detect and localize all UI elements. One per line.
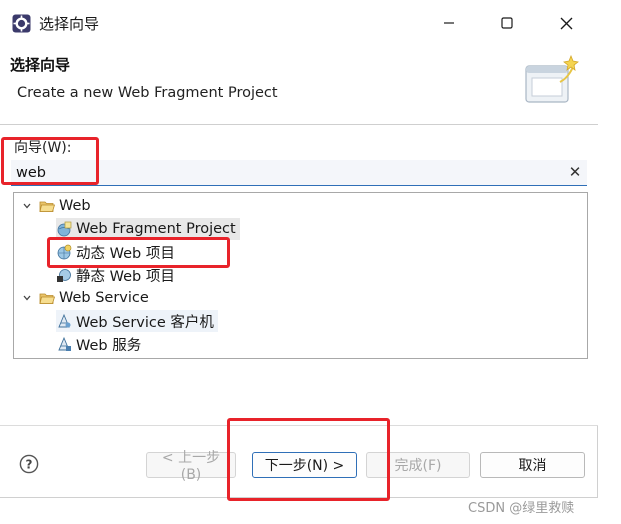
filter-input[interactable] — [11, 160, 587, 186]
static-web-icon — [57, 269, 71, 282]
tree-item-label: Web Service — [59, 290, 149, 306]
dynamic-web-icon — [57, 244, 72, 260]
back-button[interactable]: < 上一步(B) — [146, 450, 236, 483]
wizard-content: 向导(W): ✕ Web — [0, 125, 598, 425]
tree-item-label: 动态 Web 项目 — [76, 245, 175, 262]
help-glyph: ? — [26, 458, 33, 472]
finish-button[interactable]: 完成(F) — [366, 452, 470, 478]
maximize-icon — [501, 17, 513, 29]
cancel-button[interactable]: 取消 — [480, 452, 585, 478]
tree-item-web-service[interactable]: Web Service — [20, 287, 149, 309]
filter-label: 向导(W): — [14, 140, 72, 156]
tree-item-web-service-client[interactable]: Web Service 客户机 — [56, 310, 218, 332]
window-title: 选择向导 — [39, 15, 100, 33]
tree-item-label: Web — [59, 198, 91, 214]
web-fragment-icon — [57, 221, 72, 237]
wizard-banner-icon — [525, 54, 579, 103]
wizard-tree[interactable]: Web Web Fragment Project 动态 Web 项目 静态 We… — [13, 192, 588, 359]
next-button[interactable]: 下一步(N) > — [252, 452, 357, 478]
clear-icon[interactable]: ✕ — [566, 163, 584, 181]
minimize-button[interactable] — [426, 8, 472, 38]
chevron-down-icon[interactable] — [20, 201, 34, 211]
maximize-button[interactable] — [484, 8, 530, 38]
ws-client-icon — [58, 313, 71, 328]
close-icon — [560, 17, 572, 29]
title-bar: 选择向导 — [0, 0, 598, 46]
folder-open-icon — [39, 293, 55, 304]
folder-open-icon — [39, 201, 55, 212]
tree-item-dynamic-web-project[interactable]: 动态 Web 项目 — [56, 241, 175, 263]
ws-service-icon — [58, 336, 71, 351]
tree-item-web[interactable]: Web — [20, 195, 91, 217]
tree-item-label: Web 服务 — [76, 337, 142, 354]
tree-item-static-web-project[interactable]: 静态 Web 项目 — [56, 264, 175, 286]
close-button[interactable] — [543, 8, 589, 38]
tree-item-web-fragment-project[interactable]: Web Fragment Project — [56, 218, 240, 240]
banner-description: Create a new Web Fragment Project — [17, 85, 278, 101]
banner-title: 选择向导 — [10, 56, 71, 74]
tree-item-label: Web Fragment Project — [76, 221, 236, 237]
help-icon[interactable]: ? — [19, 454, 39, 474]
wizard-window: 选择向导 选择向导 Create a new Web Fragment Proj… — [0, 0, 598, 501]
chevron-down-icon[interactable] — [20, 293, 34, 303]
minimize-icon — [444, 22, 454, 24]
eclipse-app-icon — [12, 14, 31, 33]
tree-item-label: 静态 Web 项目 — [76, 268, 175, 285]
footer-divider — [0, 425, 598, 426]
tree-item-web-service-service[interactable]: Web 服务 — [56, 333, 141, 355]
watermark: CSDN @绿里救赎 — [468, 501, 575, 516]
tree-item-label: Web Service 客户机 — [76, 314, 214, 331]
wizard-banner: 选择向导 Create a new Web Fragment Project — [0, 46, 598, 125]
